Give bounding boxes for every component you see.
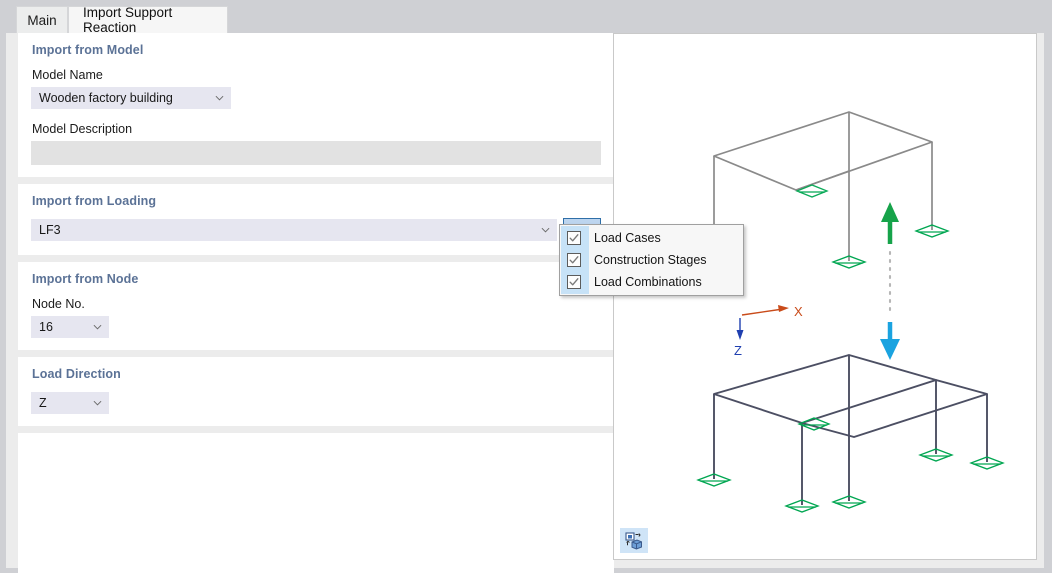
model-name-label: Model Name (32, 68, 103, 82)
axis-x-label: X (794, 304, 803, 319)
loading-value: LF3 (39, 223, 61, 237)
model-viewport[interactable]: X Z (613, 33, 1037, 560)
view-toggle-icon (625, 531, 643, 550)
lower-model-frame (713, 354, 988, 505)
tab-main-label: Main (27, 12, 57, 28)
model-name-value: Wooden factory building (39, 91, 173, 105)
form-column: Import from Model Model Name Wooden fact… (18, 33, 614, 573)
menu-item-construction-stages-label: Construction Stages (594, 253, 707, 267)
group-import-from-loading-title: Import from Loading (32, 194, 157, 208)
tab-main[interactable]: Main (16, 6, 68, 33)
lower-support-symbols (696, 417, 1005, 513)
group-load-direction-title: Load Direction (32, 367, 121, 381)
model-name-combobox[interactable]: Wooden factory building (31, 87, 231, 109)
upper-model-frame (713, 111, 933, 261)
loading-combobox[interactable]: LF3 (31, 219, 558, 241)
empty-results-panel (18, 433, 614, 573)
group-import-from-model: Import from Model Model Name Wooden fact… (18, 33, 614, 177)
node-no-label: Node No. (32, 297, 85, 311)
checkbox-checked-icon[interactable] (567, 253, 581, 267)
model-scene: X Z (696, 111, 1005, 513)
axis-z-label: Z (734, 343, 742, 358)
group-import-from-node-title: Import from Node (32, 272, 139, 286)
model-description-field[interactable] (31, 141, 601, 165)
chevron-down-icon (93, 399, 102, 408)
menu-item-construction-stages[interactable]: Construction Stages (560, 249, 743, 271)
load-direction-value: Z (39, 396, 47, 410)
node-no-value: 16 (39, 320, 53, 334)
group-load-direction: Load Direction Z (18, 357, 614, 426)
view-toggle-button[interactable] (620, 528, 648, 553)
chevron-down-icon (215, 94, 224, 103)
tab-import-support-reaction-label: Import Support Reaction (83, 5, 173, 35)
menu-item-load-combinations-label: Load Combinations (594, 275, 702, 289)
tab-strip: Main Import Support Reaction (0, 0, 1052, 35)
axis-indicator: X Z (734, 304, 803, 358)
tab-import-support-reaction[interactable]: Import Support Reaction (68, 5, 228, 35)
menu-item-load-cases-label: Load Cases (594, 231, 661, 245)
dialog-window: Main Import Support Reaction Import from… (0, 0, 1052, 573)
checkbox-checked-icon[interactable] (567, 231, 581, 245)
menu-item-load-cases[interactable]: Load Cases (560, 227, 743, 249)
checkbox-checked-icon[interactable] (567, 275, 581, 289)
chevron-down-icon (93, 323, 102, 332)
chevron-down-icon (541, 226, 550, 235)
group-import-from-node: Import from Node Node No. 16 (18, 262, 614, 350)
model-description-label: Model Description (32, 122, 133, 136)
node-no-combobox[interactable]: 16 (31, 316, 109, 338)
filter-dropdown-menu[interactable]: Load Cases Construction Stages Load Comb… (559, 224, 744, 296)
group-import-from-model-title: Import from Model (32, 43, 144, 57)
load-direction-combobox[interactable]: Z (31, 392, 109, 414)
transfer-arrows (880, 202, 900, 360)
group-import-from-loading: Import from Loading LF3 (18, 184, 614, 255)
menu-item-load-combinations[interactable]: Load Combinations (560, 271, 743, 293)
loading-row: LF3 (31, 218, 601, 243)
